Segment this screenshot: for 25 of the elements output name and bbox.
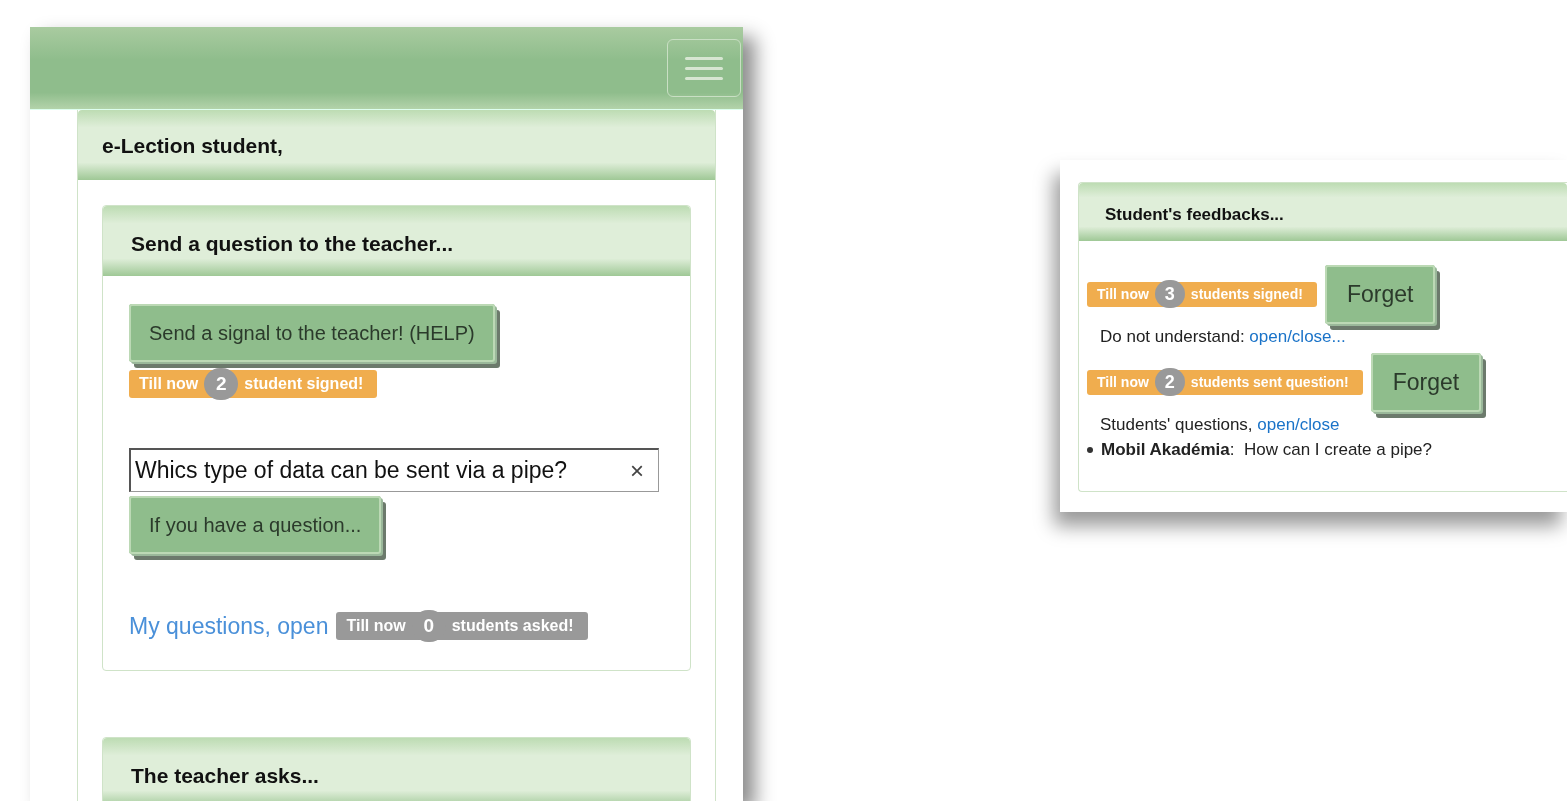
badge-label: Till now	[1097, 284, 1149, 304]
panel-title: e-Lection student,	[78, 110, 715, 180]
panel-title: Student's feedbacks...	[1079, 183, 1567, 241]
count-bubble: 2	[1154, 368, 1185, 397]
badge-label: Till now	[139, 374, 199, 394]
menu-button[interactable]	[667, 39, 741, 97]
badge-label: students signed!	[1190, 284, 1303, 304]
open-close-link[interactable]: open/close...	[1249, 326, 1346, 346]
question-input-field[interactable]: Whics type of data can be sent via a pipe? ×	[129, 448, 659, 492]
section-title: The teacher asks...	[103, 737, 690, 801]
clear-button[interactable]: ×	[630, 458, 644, 483]
badge-label: students asked!	[451, 616, 574, 637]
badge-label: students sent question!	[1190, 372, 1349, 392]
section-title: Send a question to the teacher...	[103, 206, 690, 276]
question-item: Mobil Akadémia: How can I create a pipe?	[1101, 439, 1433, 461]
open-close-link[interactable]: open/close	[1257, 414, 1340, 434]
count-bubble: 3	[1154, 280, 1185, 309]
status-text: Do not understand: open/close...	[1099, 325, 1347, 348]
badge-label: Till now	[1097, 372, 1149, 392]
badge-label: student signed!	[244, 374, 364, 394]
badge-label: Till now	[346, 616, 406, 637]
my-questions-link[interactable]: My questions, open	[129, 609, 329, 644]
count-bubble: 2	[204, 368, 239, 400]
bullet-icon	[1087, 446, 1093, 453]
status-text: Students' questions, open/close	[1099, 413, 1341, 436]
